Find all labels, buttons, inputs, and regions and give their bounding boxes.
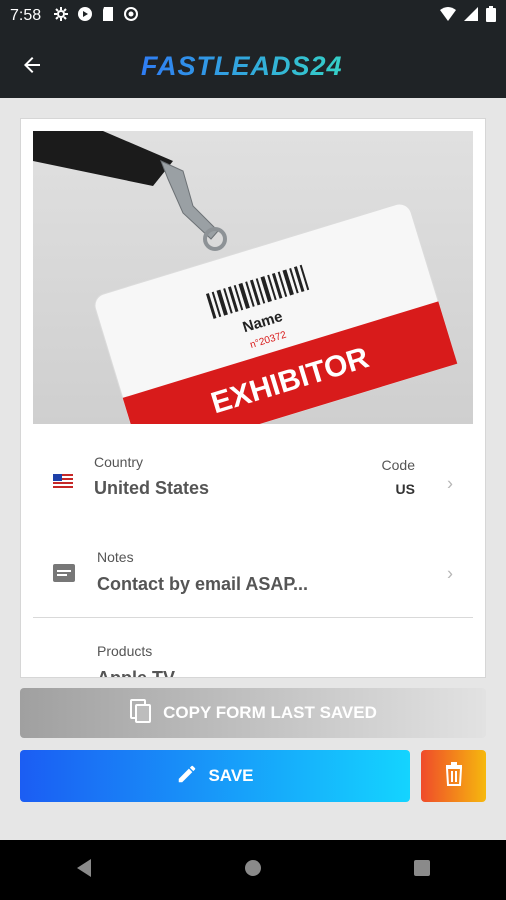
copy-form-last-saved-button[interactable]: COPY FORM LAST SAVED — [20, 688, 486, 738]
code-value: US — [395, 481, 415, 497]
recents-icon[interactable] — [411, 857, 433, 884]
wifi-icon — [440, 6, 456, 26]
brand-logo-svg: FASTLEADS24 — [141, 51, 343, 81]
status-bar: 7:58 — [0, 0, 506, 32]
settings-icon — [53, 6, 69, 27]
products-label: Products — [97, 643, 153, 659]
notes-icon — [53, 564, 75, 587]
chevron-right-icon: › — [447, 473, 453, 494]
save-button[interactable]: SAVE — [20, 750, 410, 802]
products-row[interactable]: Products Apple TV — [33, 629, 473, 678]
sd-card-icon — [101, 6, 115, 27]
back-button[interactable] — [0, 32, 64, 98]
code-label: Code — [381, 457, 415, 473]
battery-icon — [486, 5, 496, 27]
trash-icon — [443, 761, 465, 791]
country-value: United States — [94, 478, 210, 498]
flag-us-icon — [53, 474, 73, 493]
chevron-right-icon: › — [447, 563, 453, 584]
badge-photo: Name n°20372 EXHIBITOR — [33, 131, 473, 424]
notes-row[interactable]: Notes Contact by email ASAP... › — [33, 534, 473, 614]
play-icon — [77, 6, 93, 27]
pencil-icon — [176, 763, 198, 790]
signal-icon — [464, 6, 478, 26]
country-label: Country — [94, 454, 144, 470]
home-icon[interactable] — [242, 857, 264, 884]
content: Name n°20372 EXHIBITOR Country United St… — [0, 98, 506, 840]
status-icons-left — [53, 6, 139, 27]
notes-value: Contact by email ASAP... — [97, 574, 309, 594]
copy-button-label: COPY FORM LAST SAVED — [163, 703, 377, 722]
notes-label: Notes — [97, 549, 134, 565]
divider — [33, 617, 473, 618]
country-row[interactable]: Country United States Code US › — [33, 444, 473, 524]
back-icon[interactable] — [73, 857, 95, 884]
lead-card: Name n°20372 EXHIBITOR Country United St… — [20, 118, 486, 678]
status-icons-right — [440, 5, 496, 27]
status-time: 7:58 — [10, 7, 42, 24]
products-value: Apple TV — [97, 668, 176, 678]
data-saver-icon — [123, 6, 139, 27]
app-bar: FASTLEADS24 — [0, 32, 506, 98]
save-button-label: SAVE — [208, 766, 254, 785]
system-nav-bar — [0, 840, 506, 900]
copy-icon — [129, 698, 153, 729]
brand-text: FASTLEADS24 — [141, 51, 343, 81]
delete-button[interactable] — [421, 750, 486, 802]
arrow-left-icon — [24, 57, 40, 73]
brand-logo: FASTLEADS24 — [141, 49, 371, 90]
